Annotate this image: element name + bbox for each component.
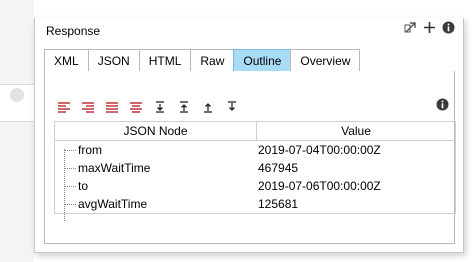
node-value: 2019-07-04T00:00:00Z [258, 143, 381, 157]
json-outline-grid: JSON Node Value from 2019-07-04T00:00:00… [54, 121, 456, 221]
panel-icons [404, 21, 455, 34]
tab-html[interactable]: HTML [138, 49, 192, 71]
node-name: from [78, 143, 102, 157]
table-row[interactable]: avgWaitTime 125681 [55, 195, 455, 213]
align-icon-1[interactable] [55, 99, 73, 115]
header-value[interactable]: Value [257, 122, 455, 140]
response-panel: Response XML JSON HTML Raw Outline Overv… [34, 18, 464, 253]
outline-info-icon[interactable] [436, 98, 449, 111]
node-value: 125681 [258, 197, 299, 211]
grid-header: JSON Node Value [55, 122, 455, 141]
tree-line [64, 168, 76, 169]
expand-icon[interactable] [175, 99, 193, 115]
node-name: to [78, 179, 89, 193]
align-icon-3[interactable] [103, 99, 121, 115]
tab-json[interactable]: JSON [87, 49, 140, 71]
info-icon[interactable] [442, 21, 455, 34]
tree-line [64, 186, 76, 187]
panel-title: Response [46, 24, 101, 38]
expand-all-icon[interactable] [199, 99, 217, 115]
table-row[interactable]: maxWaitTime 467945 [55, 159, 455, 177]
tree-line [64, 204, 76, 205]
pin-icon[interactable] [404, 21, 417, 34]
node-name: avgWaitTime [78, 197, 148, 211]
align-icon-4[interactable] [127, 99, 145, 115]
align-icon-2[interactable] [79, 99, 97, 115]
tab-outline[interactable]: Outline [233, 49, 292, 71]
add-icon[interactable] [423, 21, 436, 34]
node-value: 467945 [258, 161, 299, 175]
tab-xml[interactable]: XML [44, 49, 89, 71]
grid-body: from 2019-07-04T00:00:00Z maxWaitTime 46… [55, 141, 455, 221]
collapse-icon[interactable] [151, 99, 169, 115]
node-name: maxWaitTime [78, 161, 151, 175]
background-knob [10, 88, 24, 102]
tab-raw[interactable]: Raw [190, 49, 235, 71]
outline-toolbar [55, 99, 241, 115]
table-row[interactable]: to 2019-07-06T00:00:00Z [55, 177, 455, 195]
header-json-node[interactable]: JSON Node [55, 122, 257, 140]
response-tabs: XML JSON HTML Raw Outline Overview [44, 49, 361, 71]
table-row[interactable]: from 2019-07-04T00:00:00Z [55, 141, 455, 159]
tab-overview[interactable]: Overview [290, 49, 361, 71]
outline-content: JSON Node Value from 2019-07-04T00:00:00… [44, 71, 456, 244]
node-value: 2019-07-06T00:00:00Z [258, 179, 381, 193]
tree-line [64, 150, 76, 151]
background-panel [0, 0, 34, 262]
collapse-all-icon[interactable] [223, 99, 241, 115]
